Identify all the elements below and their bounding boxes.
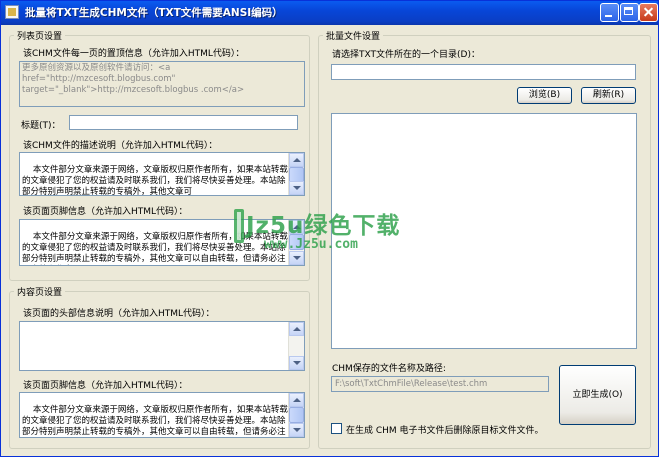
content-footer-label: 该页面页脚信息（允许加入HTML代码）：: [23, 381, 188, 391]
browse-button[interactable]: 浏览(B): [517, 87, 572, 104]
maximize-button[interactable]: [620, 3, 639, 22]
save-path-text: F:\soft\TxtChmFile\Release\test.chm: [335, 379, 488, 389]
desc-scrollbar[interactable]: [288, 153, 304, 195]
scroll-down-icon[interactable]: [289, 251, 304, 265]
content-head-label: 该页面的头部信息说明（允许加入HTML代码）：: [23, 309, 215, 319]
list-header-textarea[interactable]: 更多原创资源以及原创软件请访问：<a href="http://mzcesoft…: [19, 61, 305, 107]
batch-settings-legend: 批量文件设置: [326, 32, 381, 42]
scroll-down-icon[interactable]: [289, 356, 304, 370]
scroll-down-icon[interactable]: [289, 423, 304, 437]
scroll-down-icon[interactable]: [289, 181, 304, 195]
list-footer-label: 该页面页脚信息（允许加入HTML代码）：: [23, 207, 188, 217]
close-button[interactable]: [639, 3, 658, 22]
list-header-label: 该CHM文件每一页的置顶信息（允许加入HTML代码）：: [23, 49, 245, 59]
watermark-text: Jz5u绿色下载: [246, 213, 401, 239]
content-footer-scrollbar[interactable]: [288, 393, 304, 437]
minimize-button[interactable]: [600, 3, 619, 22]
save-path-input[interactable]: F:\soft\TxtChmFile\Release\test.chm: [331, 376, 549, 392]
app-icon: [5, 5, 19, 19]
scroll-thumb[interactable]: [289, 407, 304, 423]
dir-label: 请选择TXT文件所在的一个目录(D)：: [332, 50, 480, 60]
dir-input[interactable]: [331, 64, 636, 80]
content-footer-textarea[interactable]: 本文件部分文章来源于网络，文章版权归原作者所有，如果本站转载的文章侵犯了您的权益…: [19, 392, 305, 438]
scroll-up-icon[interactable]: [289, 322, 304, 336]
title-input[interactable]: [69, 115, 298, 130]
delete-source-checkbox[interactable]: [331, 423, 342, 434]
refresh-button[interactable]: 刷新(R): [581, 87, 636, 104]
content-head-textarea[interactable]: [19, 321, 305, 371]
window-title: 批量将TXT生成CHM文件（TXT文件需要ANSI编码）: [25, 7, 283, 19]
close-icon: [640, 4, 657, 21]
generate-button[interactable]: 立即生成(O): [559, 365, 636, 425]
minimize-icon: [605, 15, 612, 17]
scroll-up-icon[interactable]: [289, 153, 304, 167]
main-window: 批量将TXT生成CHM文件（TXT文件需要ANSI编码） 列表页设置 该CHM文…: [0, 0, 659, 457]
watermark-logo-icon: [234, 209, 244, 243]
content-footer-text: 本文件部分文章来源于网络，文章版权归原作者所有，如果本站转载的文章侵犯了您的权益…: [22, 405, 288, 437]
watermark-url: www.Jz5u.com: [264, 237, 358, 252]
list-settings-legend: 列表页设置: [17, 32, 63, 42]
content-settings-legend: 内容页设置: [17, 288, 63, 298]
save-path-label: CHM保存的文件名称及路径:: [332, 364, 446, 374]
scroll-up-icon[interactable]: [289, 393, 304, 407]
desc-textarea[interactable]: 本文件部分文章来源于网络，文章版权归原作者所有，如果本站转载的文章侵犯了您的权益…: [19, 152, 305, 196]
title-bar[interactable]: 批量将TXT生成CHM文件（TXT文件需要ANSI编码）: [1, 1, 658, 25]
content-head-scrollbar[interactable]: [288, 322, 304, 370]
delete-source-label[interactable]: 在生成 CHM 电子书文件后删除原目标文件文件。: [346, 423, 544, 436]
maximize-icon: [624, 7, 633, 15]
title-label: 标题(T)：: [21, 121, 61, 131]
desc-label: 该CHM文件的描述说明（允许加入HTML代码）：: [23, 141, 218, 151]
desc-text: 本文件部分文章来源于网络，文章版权归原作者所有，如果本站转载的文章侵犯了您的权益…: [22, 165, 288, 196]
